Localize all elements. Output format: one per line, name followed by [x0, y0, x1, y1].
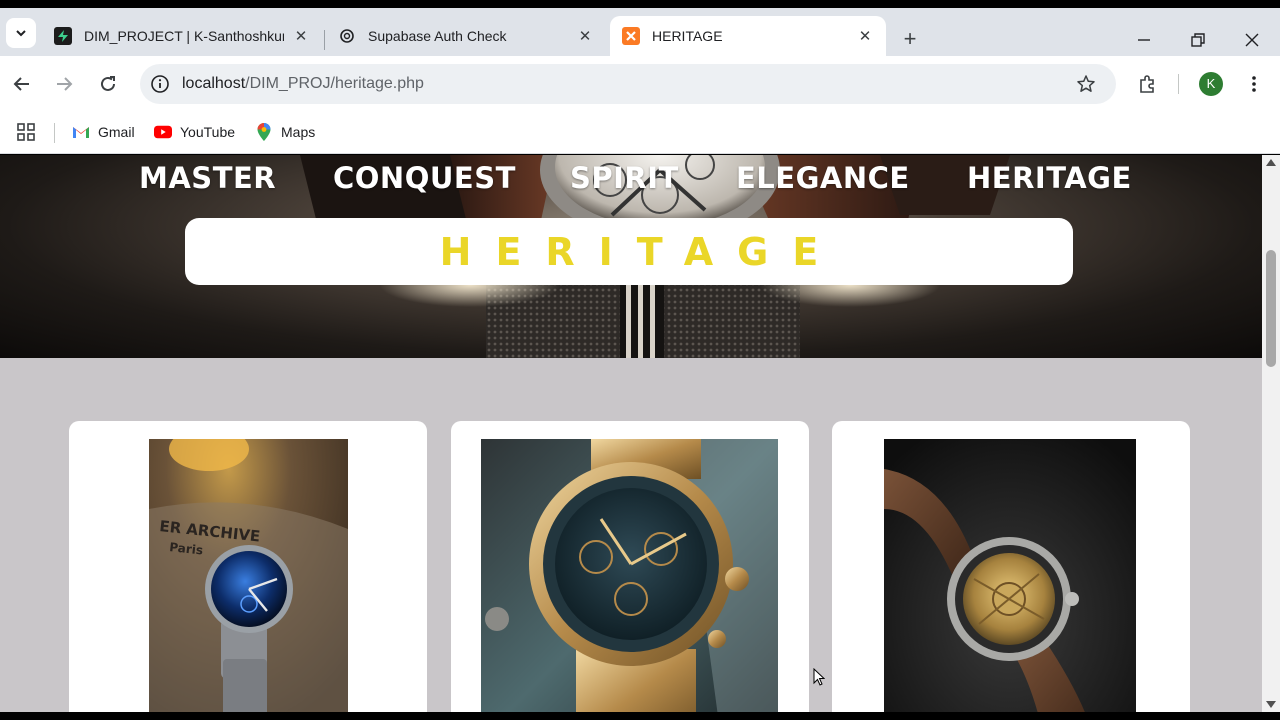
tab-separator: [324, 30, 325, 50]
bookmark-label: YouTube: [180, 124, 236, 140]
supabase-icon: [54, 27, 72, 45]
scroll-up-arrow-icon[interactable]: [1266, 159, 1276, 166]
arrow-right-icon: [57, 77, 73, 91]
bookmark-label: Maps: [281, 124, 316, 140]
nav-link-spirit[interactable]: SPIRIT: [570, 161, 679, 195]
url-host: localhost: [182, 75, 246, 92]
bookmark-label: Gmail: [98, 124, 135, 140]
back-button[interactable]: [8, 70, 36, 98]
kebab-menu-icon: [1252, 76, 1256, 92]
screen-bottom-border: [0, 712, 1280, 720]
tab-title: Supabase Auth Check: [368, 28, 507, 44]
nav-link-elegance[interactable]: ELEGANCE: [736, 161, 910, 195]
forward-button[interactable]: [50, 70, 78, 98]
address-bar[interactable]: localhost/DIM_PROJ/heritage.php: [140, 64, 1116, 104]
browser-tab-strip: DIM_PROJECT | K-Santhoshkum ✕ Supabase A…: [0, 8, 1280, 56]
scrollbar-thumb[interactable]: [1266, 250, 1276, 367]
bookmark-youtube[interactable]: YouTube: [154, 121, 235, 143]
bookmarks-bar: Gmail YouTube Maps: [0, 112, 1280, 154]
product-card[interactable]: ER ARCHIVE Paris: [69, 421, 427, 712]
close-icon: [1245, 33, 1259, 47]
apps-grid-icon: [17, 123, 35, 141]
minimize-icon: [1138, 39, 1150, 41]
toolbar-divider: [1178, 74, 1179, 94]
watch-skeleton-leather-photo[interactable]: [884, 439, 1136, 712]
tab-title: HERITAGE: [652, 28, 723, 44]
product-card[interactable]: [451, 421, 809, 712]
puzzle-icon: [1140, 75, 1154, 93]
arrow-left-icon: [13, 77, 29, 91]
youtube-icon: [154, 123, 172, 141]
maps-icon: [255, 123, 273, 141]
chevron-down-icon: [16, 30, 26, 37]
gmail-icon: [72, 123, 90, 141]
page-scrollbar[interactable]: [1262, 155, 1280, 712]
bookmark-maps[interactable]: Maps: [255, 121, 315, 143]
bookmark-star-icon[interactable]: [1074, 72, 1098, 96]
reload-button[interactable]: [94, 70, 122, 98]
screen-top-border: [0, 0, 1280, 8]
xampp-icon: [622, 27, 640, 45]
page-title: HERITAGE: [439, 229, 843, 274]
page-viewport: MASTER CONQUEST SPIRIT ELEGANCE HERITAGE…: [0, 155, 1262, 712]
bookmarks-divider: [54, 123, 55, 143]
restore-icon: [1191, 33, 1205, 47]
product-card[interactable]: [832, 421, 1190, 712]
site-info-icon[interactable]: [150, 74, 170, 94]
nav-link-conquest[interactable]: CONQUEST: [333, 161, 516, 195]
bookmark-gmail[interactable]: Gmail: [72, 121, 135, 143]
scroll-down-arrow-icon[interactable]: [1266, 701, 1276, 708]
nav-link-heritage[interactable]: HERITAGE: [967, 161, 1132, 195]
tab-search-button[interactable]: [6, 18, 36, 48]
profile-avatar[interactable]: K: [1199, 72, 1223, 96]
watch-gold-chronograph-photo[interactable]: [481, 439, 778, 712]
nav-link-master[interactable]: MASTER: [139, 161, 276, 195]
url-path: /DIM_PROJ/heritage.php: [245, 75, 424, 92]
menu-button[interactable]: [1240, 70, 1268, 98]
apps-button[interactable]: [16, 121, 36, 143]
tab-heritage[interactable]: HERITAGE ✕: [610, 16, 886, 56]
page-title-banner: HERITAGE: [185, 218, 1073, 285]
close-tab-icon[interactable]: ✕: [856, 27, 874, 45]
close-tab-icon[interactable]: ✕: [292, 27, 310, 45]
watch-blue-dial-photo[interactable]: ER ARCHIVE Paris: [149, 439, 348, 712]
browser-toolbar: localhost/DIM_PROJ/heritage.php: [0, 56, 1280, 112]
extensions-button[interactable]: [1133, 70, 1161, 98]
hero-header: MASTER CONQUEST SPIRIT ELEGANCE HERITAGE…: [0, 155, 1262, 358]
tab-title: DIM_PROJECT | K-Santhoshkum: [84, 28, 284, 44]
reload-icon: [101, 76, 115, 91]
close-tab-icon[interactable]: ✕: [576, 27, 594, 45]
tab-dim-project[interactable]: DIM_PROJECT | K-Santhoshkum ✕: [42, 16, 322, 56]
minimize-button[interactable]: [1130, 26, 1158, 54]
close-window-button[interactable]: [1238, 26, 1266, 54]
url-text[interactable]: localhost/DIM_PROJ/heritage.php: [182, 75, 1074, 93]
new-tab-button[interactable]: +: [898, 28, 922, 52]
tab-supabase-auth[interactable]: Supabase Auth Check ✕: [326, 16, 606, 56]
mouse-cursor-icon: [813, 668, 825, 686]
restore-button[interactable]: [1184, 26, 1212, 54]
chatgpt-icon: [338, 27, 356, 45]
